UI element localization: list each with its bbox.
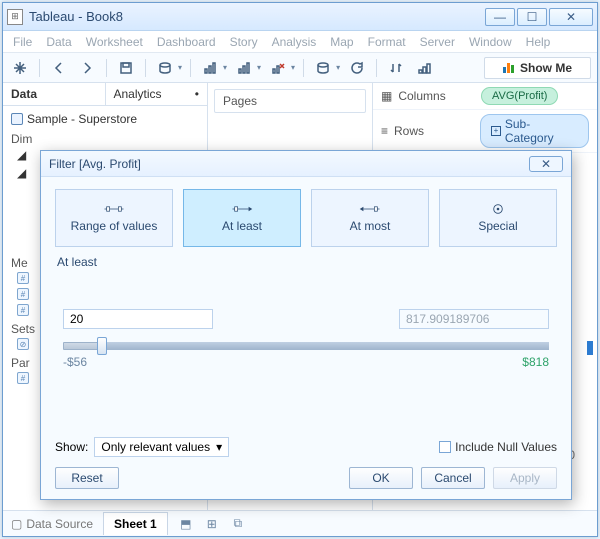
pages-shelf[interactable]: Pages [214,89,366,113]
new-sheet-icon[interactable] [199,57,221,79]
columns-pill[interactable]: AVG(Profit) [481,87,558,105]
back-icon[interactable] [48,57,70,79]
range-icon [103,203,125,215]
range-min-label: -$56 [63,355,87,369]
filter-dialog: Filter [Avg. Profit] ✕ Range of values A… [40,150,572,500]
sort-asc-icon[interactable] [413,57,435,79]
menu-dashboard[interactable]: Dashboard [157,35,216,49]
datasource-item[interactable]: Sample - Superstore [11,112,199,126]
rows-shelf[interactable]: ≡Rows +Sub-Category [373,110,597,153]
range-slider[interactable] [63,337,549,351]
menu-server[interactable]: Server [420,35,455,49]
forward-icon[interactable] [76,57,98,79]
chart-bar-fragment [587,341,593,355]
tab-data[interactable]: Data [3,83,105,105]
show-select[interactable]: Only relevant values ▾ [94,437,229,457]
clear-sheet-icon[interactable] [267,57,289,79]
window-title: Tableau - Book8 [29,9,485,24]
menu-story[interactable]: Story [230,35,258,49]
app-icon: ⊞ [7,9,23,25]
show-me-button[interactable]: Show Me [484,57,591,79]
tableau-logo-icon[interactable] [9,57,31,79]
close-button[interactable]: ✕ [549,8,593,26]
refresh-icon[interactable] [346,57,368,79]
max-value-input [399,309,549,329]
slider-thumb[interactable] [97,337,107,355]
apply-button: Apply [493,467,557,489]
chevron-down-icon[interactable]: ▾ [291,63,295,72]
datasource-icon [11,113,23,125]
columns-shelf[interactable]: ▦Columns AVG(Profit) [373,83,597,110]
minimize-button[interactable]: — [485,8,515,26]
tab-special[interactable]: Special [439,189,557,247]
rows-icon: ≡ [381,124,388,138]
dialog-close-button[interactable]: ✕ [529,156,563,172]
dialog-title: Filter [Avg. Profit] [49,157,141,171]
menu-window[interactable]: Window [469,35,512,49]
data-source-tab[interactable]: ▢ Data Source [11,517,93,531]
tab-at-least[interactable]: At least [183,189,301,247]
new-dashboard-icon[interactable]: ⊞ [204,516,220,532]
checkbox-icon [439,441,451,453]
menu-worksheet[interactable]: Worksheet [86,35,143,49]
atleast-icon [231,203,253,215]
menu-data[interactable]: Data [46,35,71,49]
show-me-label: Show Me [520,61,572,75]
menu-format[interactable]: Format [368,35,406,49]
range-max-label: $818 [522,355,549,369]
sheet-tabs: ▢ Data Source Sheet 1 ⬒ ⊞ ⧉ [3,510,597,536]
new-story-icon[interactable]: ⧉ [230,516,246,532]
datasource-name: Sample - Superstore [27,112,137,126]
toolbar: ▾ ▾ ▾ ▾ ▾ Show Me [3,53,597,83]
dimensions-header: Dim [11,132,199,146]
chevron-down-icon[interactable]: ▾ [336,63,340,72]
tab-range-of-values[interactable]: Range of values [55,189,173,247]
atmost-icon [359,203,381,215]
include-null-checkbox[interactable]: Include Null Values [439,440,557,454]
columns-icon: ▦ [381,89,392,103]
menu-map[interactable]: Map [330,35,353,49]
tab-at-most[interactable]: At most [311,189,429,247]
min-value-input[interactable] [63,309,213,329]
tab-analytics[interactable]: Analytics• [105,83,208,105]
chevron-down-icon[interactable]: ▾ [257,63,261,72]
duplicate-sheet-icon[interactable] [233,57,255,79]
menu-file[interactable]: File [13,35,32,49]
cancel-button[interactable]: Cancel [421,467,485,489]
chevron-down-icon[interactable]: ▾ [223,63,227,72]
special-icon [487,203,509,215]
menu-help[interactable]: Help [526,35,551,49]
bars-icon [503,63,514,73]
save-icon[interactable] [115,57,137,79]
new-worksheet-icon[interactable]: ⬒ [178,516,194,532]
connect-icon[interactable] [312,57,334,79]
rows-pill[interactable]: +Sub-Category [480,114,589,148]
reset-button[interactable]: Reset [55,467,119,489]
maximize-button[interactable]: ☐ [517,8,547,26]
datasource-icon: ▢ [11,517,22,531]
chevron-down-icon: ▾ [216,440,222,454]
menu-bar: File Data Worksheet Dashboard Story Anal… [3,31,597,53]
section-label: At least [41,255,571,271]
swap-icon[interactable] [385,57,407,79]
menu-analysis[interactable]: Analysis [272,35,317,49]
sheet1-tab[interactable]: Sheet 1 [103,512,168,535]
title-bar: ⊞ Tableau - Book8 — ☐ ✕ [3,3,597,31]
ok-button[interactable]: OK [349,467,413,489]
show-label: Show: [55,440,88,454]
chevron-down-icon[interactable]: ▾ [178,63,182,72]
datasource-icon[interactable] [154,57,176,79]
